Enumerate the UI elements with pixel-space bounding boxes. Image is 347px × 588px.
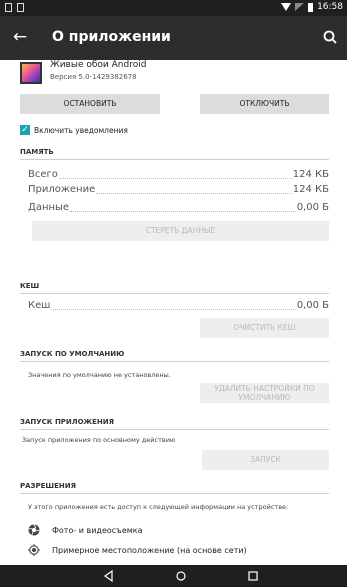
signal-icon xyxy=(295,3,305,11)
storage-label: Приложение xyxy=(28,184,96,195)
storage-value: 124 КБ xyxy=(292,169,329,180)
permissions-header: РАЗРЕШЕНИЯ xyxy=(20,482,329,494)
camera-icon xyxy=(28,524,40,536)
app-icon xyxy=(20,62,42,84)
app-version: Версия 5.0-1429382678 xyxy=(50,73,137,81)
clear-cache-button[interactable]: ОЧИСТИТЬ КЕШ xyxy=(200,318,329,338)
notification-icon xyxy=(5,3,12,12)
app-launch-note: Запуск приложения по основному действию xyxy=(22,436,176,444)
cache-row: Кеш 0,00 Б xyxy=(28,300,329,313)
notifications-toggle[interactable]: ✓ Включить уведомления xyxy=(20,124,128,136)
cache-label: Кеш xyxy=(28,300,51,311)
launch-default-header: ЗАПУСК ПО УМОЛЧАНИЮ xyxy=(20,350,329,362)
launch-button[interactable]: ЗАПУСК xyxy=(202,450,329,470)
app-name: Живые обои Android xyxy=(50,60,147,70)
storage-row-total: Всего 124 КБ xyxy=(28,169,329,182)
disable-button[interactable]: ОТКЛЮЧИТЬ xyxy=(200,94,329,114)
storage-row-data: Данные 0,00 Б xyxy=(28,202,329,215)
permission-label: Примерное местоположение (на основе сети… xyxy=(52,545,247,555)
arrow-back-icon[interactable]: ← xyxy=(8,26,32,50)
nav-recents-icon[interactable] xyxy=(242,568,264,584)
page-title: О приложении xyxy=(52,29,171,45)
stop-button[interactable]: ОСТАНОВИТЬ xyxy=(20,94,160,114)
notifications-label: Включить уведомления xyxy=(34,125,128,135)
checkbox-checked-icon[interactable]: ✓ xyxy=(20,125,30,135)
cache-header: КЕШ xyxy=(20,282,329,294)
status-notifications xyxy=(5,3,24,12)
storage-value: 124 КБ xyxy=(292,184,329,195)
nav-back-icon[interactable] xyxy=(98,568,120,584)
cache-value: 0,00 Б xyxy=(296,300,329,311)
storage-label: Всего xyxy=(28,169,58,180)
storage-value: 0,00 Б xyxy=(296,202,329,213)
permission-label: Фото- и видеосъемка xyxy=(52,525,143,535)
status-time: 16:58 xyxy=(317,2,343,12)
clear-defaults-label-line1: УДАЛИТЬ НАСТРОЙКИ ПО xyxy=(214,384,315,393)
app-info-content: Живые обои Android Версия 5.0-1429382678… xyxy=(0,60,347,565)
permission-item: Фото- и видеосъемка xyxy=(28,523,143,537)
battery-icon xyxy=(308,2,314,12)
clear-defaults-label-line2: УМОЛЧАНИЮ xyxy=(238,393,291,402)
storage-header: ПАМЯТЬ xyxy=(20,148,329,160)
permission-item: Примерное местоположение (на основе сети… xyxy=(28,543,247,557)
wifi-icon xyxy=(281,3,292,11)
navigation-bar xyxy=(0,565,347,587)
clear-defaults-button[interactable]: УДАЛИТЬ НАСТРОЙКИ ПО УМОЛЧАНИЮ xyxy=(200,383,329,403)
location-icon xyxy=(28,544,40,556)
storage-row-app: Приложение 124 КБ xyxy=(28,184,329,197)
status-bar: 16:58 xyxy=(0,0,347,16)
app-bar: ← О приложении xyxy=(0,16,347,60)
launch-default-note: Значения по умолчанию не установлены. xyxy=(28,371,171,379)
app-launch-header: ЗАПУСК ПРИЛОЖЕНИЯ xyxy=(20,418,329,430)
clear-data-button[interactable]: СТЕРЕТЬ ДАННЫЕ xyxy=(32,221,329,241)
notification-icon xyxy=(17,3,24,12)
permissions-note: У этого приложения есть доступ к следующ… xyxy=(28,503,289,511)
search-icon[interactable] xyxy=(319,26,343,50)
nav-home-icon[interactable] xyxy=(170,568,192,584)
storage-label: Данные xyxy=(28,202,70,213)
